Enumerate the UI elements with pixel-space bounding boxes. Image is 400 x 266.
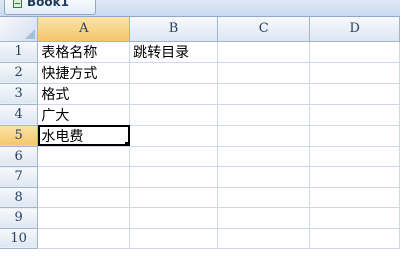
cell-c1[interactable] <box>217 41 311 63</box>
cell-a4[interactable]: 广大 <box>37 104 131 126</box>
excel-workbook-icon <box>13 0 22 8</box>
cell-a5-text: 水电费 <box>41 128 84 145</box>
cell-a9[interactable] <box>37 207 131 229</box>
cell-d1[interactable] <box>309 41 400 63</box>
column-header-c[interactable]: C <box>217 17 311 42</box>
column-header-d[interactable]: D <box>309 17 400 42</box>
cell-b10[interactable] <box>129 228 218 249</box>
row-header-1[interactable]: 1 <box>0 41 39 63</box>
row-header-6[interactable]: 6 <box>0 146 39 167</box>
cell-c9[interactable] <box>217 207 311 229</box>
column-header-b[interactable]: B <box>129 17 218 42</box>
cell-c7[interactable] <box>217 166 311 188</box>
cell-b1[interactable]: 跳转目录 <box>129 41 218 63</box>
cell-d9[interactable] <box>309 207 400 229</box>
workbook-tab-bar: Book1 <box>0 0 400 17</box>
select-all-triangle-icon <box>25 28 36 39</box>
row-header-8[interactable]: 8 <box>0 187 39 208</box>
cell-c8[interactable] <box>217 187 311 208</box>
cell-d8[interactable] <box>309 187 400 208</box>
cell-c10[interactable] <box>217 228 311 249</box>
row-header-2[interactable]: 2 <box>0 62 39 84</box>
row-header-5[interactable]: 5 <box>0 125 39 147</box>
select-all-corner[interactable] <box>0 17 39 42</box>
cell-a5-active[interactable]: 水电费 <box>37 125 131 147</box>
cell-b6[interactable] <box>129 146 218 167</box>
cell-a1[interactable]: 表格名称 <box>37 41 131 63</box>
spreadsheet-grid: A B C D 1 表格名称 跳转目录 2 快捷方式 3 格式 4 广大 5 水… <box>0 17 400 249</box>
row-header-7[interactable]: 7 <box>0 166 39 188</box>
cell-c5[interactable] <box>217 125 311 147</box>
row-header-4[interactable]: 4 <box>0 104 39 126</box>
cell-c2[interactable] <box>217 62 311 84</box>
cell-b9[interactable] <box>129 207 218 229</box>
row-header-10[interactable]: 10 <box>0 228 39 249</box>
cell-d10[interactable] <box>309 228 400 249</box>
cell-a6[interactable] <box>37 146 131 167</box>
cell-c3[interactable] <box>217 83 311 105</box>
row-header-3[interactable]: 3 <box>0 83 39 105</box>
cell-b2[interactable] <box>129 62 218 84</box>
cell-c6[interactable] <box>217 146 311 167</box>
workbook-title: Book1 <box>27 0 69 9</box>
row-header-9[interactable]: 9 <box>0 207 39 229</box>
cell-d4[interactable] <box>309 104 400 126</box>
cell-d3[interactable] <box>309 83 400 105</box>
cell-b3[interactable] <box>129 83 218 105</box>
cell-d5[interactable] <box>309 125 400 147</box>
cell-a2[interactable]: 快捷方式 <box>37 62 131 84</box>
cell-a10[interactable] <box>37 228 131 249</box>
cell-d6[interactable] <box>309 146 400 167</box>
cell-c4[interactable] <box>217 104 311 126</box>
cell-d7[interactable] <box>309 166 400 188</box>
cell-b7[interactable] <box>129 166 218 188</box>
cell-a8[interactable] <box>37 187 131 208</box>
cell-d2[interactable] <box>309 62 400 84</box>
cell-b8[interactable] <box>129 187 218 208</box>
cell-b4[interactable] <box>129 104 218 126</box>
workbook-tab[interactable]: Book1 <box>4 0 96 15</box>
cell-b5[interactable] <box>129 125 218 147</box>
column-header-a[interactable]: A <box>37 17 131 42</box>
cell-a3[interactable]: 格式 <box>37 83 131 105</box>
cell-a7[interactable] <box>37 166 131 188</box>
